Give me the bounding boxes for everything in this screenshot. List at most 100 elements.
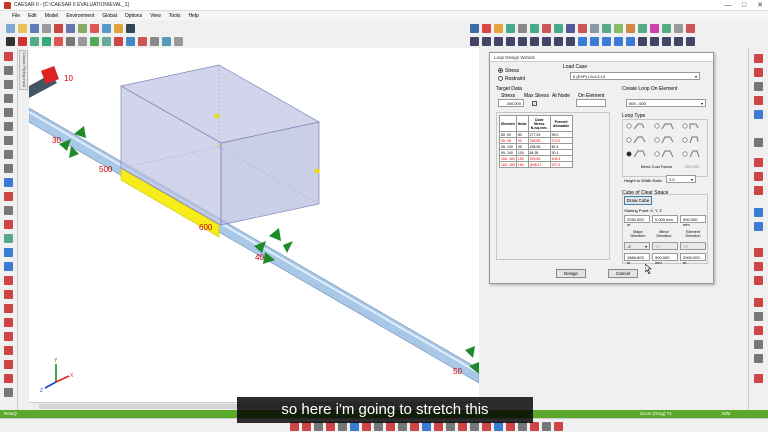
start-z-input[interactable]: 900.000 mm: [680, 215, 706, 227]
bottom-tool-8-icon[interactable]: [374, 422, 383, 431]
volume-icon[interactable]: [614, 36, 623, 46]
copy-icon[interactable]: [66, 23, 75, 33]
create-loop-select[interactable]: 500 - 600 ▾: [626, 99, 706, 107]
grid-icon[interactable]: [6, 36, 15, 46]
tee-icon[interactable]: [102, 36, 111, 46]
bottom-tool-14-icon[interactable]: [446, 422, 455, 431]
seismic-icon[interactable]: [4, 346, 13, 355]
right-tool-3-icon[interactable]: [754, 82, 763, 91]
node-numbers-icon[interactable]: [482, 23, 491, 33]
loop-type-option-6[interactable]: [682, 136, 699, 144]
load-case-select[interactable]: 5 (EXP) L5=L3-L4 ▾: [570, 72, 700, 80]
menu-file[interactable]: File: [12, 13, 20, 19]
bottom-tool-23-icon[interactable]: [554, 422, 563, 431]
forces-icon[interactable]: [542, 23, 551, 33]
shaded-icon[interactable]: [602, 36, 611, 46]
zoom-extents-icon[interactable]: [518, 36, 527, 46]
right-tool-5-icon[interactable]: [754, 110, 763, 119]
menu-tools[interactable]: Tools: [169, 13, 181, 19]
valve-icon[interactable]: [78, 36, 87, 46]
notes-icon[interactable]: [4, 388, 13, 397]
nozzle-flex-icon[interactable]: [4, 332, 13, 341]
loop-type-option-5[interactable]: [654, 136, 674, 144]
bottom-tool-22-icon[interactable]: [542, 422, 551, 431]
loop-type-option-8[interactable]: [654, 150, 674, 158]
design-button[interactable]: Design: [556, 269, 586, 278]
bottom-tool-5-icon[interactable]: [338, 422, 347, 431]
bottom-tool-15-icon[interactable]: [458, 422, 467, 431]
right-tool-15-icon[interactable]: [754, 298, 763, 307]
delete-icon[interactable]: [4, 136, 13, 145]
on-element-input[interactable]: [576, 99, 606, 107]
analysis-icon[interactable]: [114, 23, 123, 33]
iso-view-icon[interactable]: [578, 36, 587, 46]
cube-handle-side[interactable]: [314, 168, 320, 174]
right-tool-9-icon[interactable]: [754, 186, 763, 195]
right-tool-18-icon[interactable]: [754, 340, 763, 349]
bend-icon[interactable]: [90, 36, 99, 46]
loop-type-option-9[interactable]: [682, 150, 700, 158]
special-execution-icon[interactable]: [4, 262, 13, 271]
side-view-icon[interactable]: [554, 36, 563, 46]
target-stress-input[interactable]: 200,000: [498, 99, 524, 107]
reset-view-icon[interactable]: [530, 36, 539, 46]
bottom-tool-21-icon[interactable]: [530, 422, 539, 431]
classic-piping-input-tab[interactable]: Classic Piping Input: [19, 50, 28, 90]
loop-design-icon[interactable]: [4, 178, 13, 187]
bottom-tool-2-icon[interactable]: [302, 422, 311, 431]
bottom-tool-1-icon[interactable]: [290, 422, 299, 431]
menu-global[interactable]: Global: [102, 13, 116, 19]
corrosion-icon[interactable]: [662, 23, 671, 33]
bottom-tool-18-icon[interactable]: [494, 422, 503, 431]
close-view-icon[interactable]: [686, 23, 695, 33]
wave-loads-icon[interactable]: [4, 374, 13, 383]
minor-size-input[interactable]: 900.000 mm: [652, 253, 678, 265]
right-tool-20-icon[interactable]: [754, 374, 763, 383]
uniform-load-icon[interactable]: [554, 23, 563, 33]
view-icon[interactable]: [470, 23, 479, 33]
paste-icon[interactable]: [78, 23, 87, 33]
graphics-icon[interactable]: [126, 23, 135, 33]
reset-icon[interactable]: [686, 36, 695, 46]
expansion-joint-icon[interactable]: [114, 36, 123, 46]
pan-icon[interactable]: [494, 36, 503, 46]
spring-hanger-icon[interactable]: [4, 248, 13, 257]
select-icon[interactable]: [162, 36, 171, 46]
show-icon[interactable]: [650, 36, 659, 46]
right-tool-7-icon[interactable]: [754, 158, 763, 167]
wall-thickness-icon[interactable]: [650, 23, 659, 33]
list-icon[interactable]: [150, 36, 159, 46]
hanger-icon[interactable]: [42, 36, 51, 46]
right-tool-19-icon[interactable]: [754, 354, 763, 363]
find-icon[interactable]: [662, 36, 671, 46]
right-tool-8-icon[interactable]: [754, 172, 763, 181]
duplicate-icon[interactable]: [4, 66, 13, 75]
hw-ratio-select[interactable]: 2.0 ▾: [666, 175, 696, 183]
3d-model-viewport[interactable]: 10 30 500 600 40 50 Y X Z: [29, 48, 479, 402]
cube-handle-top[interactable]: [214, 113, 220, 119]
close-button[interactable]: ✕: [752, 0, 768, 11]
start-y-input[interactable]: 0.000 mm: [652, 215, 678, 223]
error-check-icon[interactable]: [4, 192, 13, 201]
top-view-icon[interactable]: [566, 36, 575, 46]
wireframe-icon[interactable]: [590, 36, 599, 46]
right-tool-12-icon[interactable]: [754, 248, 763, 257]
right-tool-17-icon[interactable]: [754, 326, 763, 335]
bottom-tool-11-icon[interactable]: [410, 422, 419, 431]
major-direction-select[interactable]: -Z ▾: [624, 242, 650, 250]
dynamic-icon[interactable]: [4, 220, 13, 229]
maximize-button[interactable]: □: [736, 0, 752, 11]
loop-type-option-2[interactable]: [654, 123, 674, 130]
bottom-tool-12-icon[interactable]: [422, 422, 431, 431]
nozzle-icon[interactable]: [54, 36, 63, 46]
bottom-tool-6-icon[interactable]: [350, 422, 359, 431]
menu-view[interactable]: View: [150, 13, 161, 19]
front-view-icon[interactable]: [542, 36, 551, 46]
equipment-icon[interactable]: [4, 318, 13, 327]
right-tool-11-icon[interactable]: [754, 222, 763, 231]
element-icon[interactable]: [18, 36, 27, 46]
orbit-icon[interactable]: [506, 36, 515, 46]
reducer-icon[interactable]: [138, 36, 147, 46]
sif-icon[interactable]: [4, 276, 13, 285]
batch-run-icon[interactable]: [4, 234, 13, 243]
